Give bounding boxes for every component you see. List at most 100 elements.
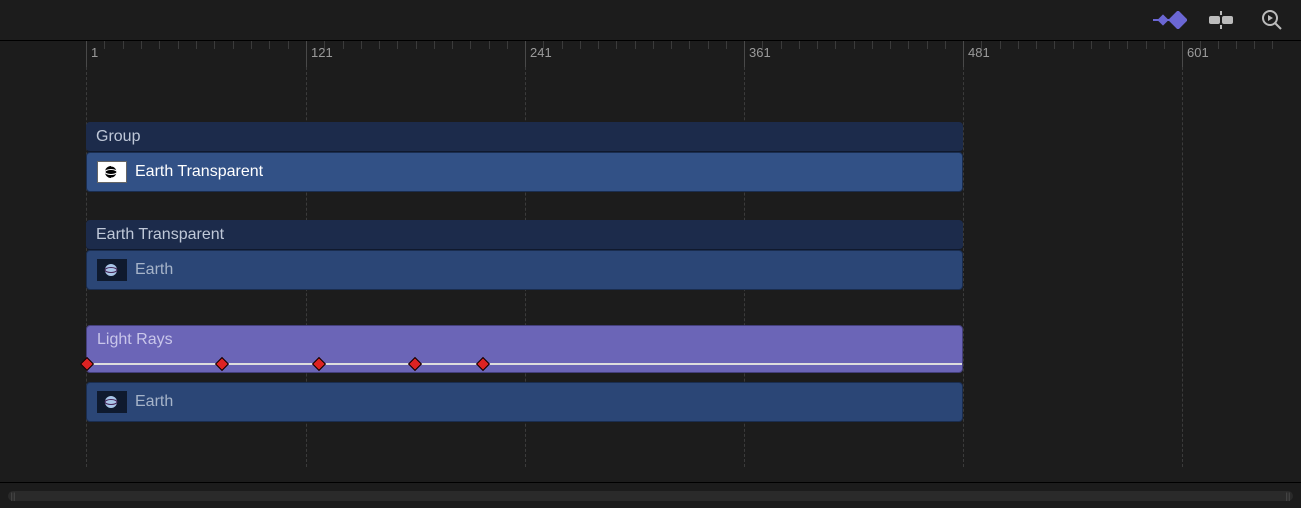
ruler-minor-tick <box>251 41 252 49</box>
ruler-minor-tick <box>1054 41 1055 49</box>
scrollbar-handle-left[interactable]: || <box>10 491 16 501</box>
timeline-toolbar <box>0 0 1301 40</box>
ruler-minor-tick <box>835 41 836 49</box>
clip-label: Earth Transparent <box>135 163 263 181</box>
keyframe-icon[interactable] <box>215 357 229 371</box>
clip-thumbnail <box>97 161 127 183</box>
ruler-minor-tick <box>1073 41 1074 49</box>
ruler-minor-tick <box>817 41 818 49</box>
ruler-minor-tick <box>708 41 709 49</box>
ruler-label: 241 <box>530 45 552 60</box>
gridline <box>1182 67 1183 467</box>
scrollbar-track[interactable]: || || <box>8 491 1293 501</box>
ruler-minor-tick <box>1091 41 1092 49</box>
ruler-minor-tick <box>726 41 727 49</box>
ruler-label: 1 <box>91 45 98 60</box>
ruler-minor-tick <box>598 41 599 49</box>
clip-label: Earth <box>135 261 173 279</box>
ruler-major-tick: 121 <box>306 41 307 67</box>
ruler-minor-tick <box>214 41 215 49</box>
ruler-major-tick: 481 <box>963 41 964 67</box>
ruler-minor-tick <box>343 41 344 49</box>
ruler-minor-tick <box>452 41 453 49</box>
ruler-major-tick: 361 <box>744 41 745 67</box>
ruler-minor-tick <box>196 41 197 49</box>
ruler-minor-tick <box>288 41 289 49</box>
ruler-minor-tick <box>489 41 490 49</box>
ruler-minor-tick <box>580 41 581 49</box>
scrollbar-handle-right[interactable]: || <box>1285 491 1291 501</box>
ruler-minor-tick <box>890 41 891 49</box>
ruler-minor-tick <box>233 41 234 49</box>
ruler-minor-tick <box>1254 41 1255 49</box>
keyframe-icon[interactable] <box>312 357 326 371</box>
ruler-minor-tick <box>1272 41 1273 49</box>
ruler-minor-tick <box>361 41 362 49</box>
ruler-minor-tick <box>616 41 617 49</box>
ruler-minor-tick <box>416 41 417 49</box>
clip-earth-1[interactable]: Earth <box>86 250 963 290</box>
timeline-ruler[interactable]: 1 121 241 361 481 601 <box>0 41 1301 67</box>
horizontal-scrollbar[interactable]: || || <box>0 482 1301 508</box>
ruler-minor-tick <box>635 41 636 49</box>
ruler-minor-tick <box>507 41 508 49</box>
ruler-minor-tick <box>671 41 672 49</box>
ruler-minor-tick <box>1127 41 1128 49</box>
keyframe-track <box>87 363 962 365</box>
ruler-minor-tick <box>324 41 325 49</box>
ruler-label: 361 <box>749 45 771 60</box>
ruler-minor-tick <box>1236 41 1237 49</box>
ruler-minor-tick <box>1200 41 1201 49</box>
group-header-label: Group <box>96 128 140 146</box>
ruler-minor-tick <box>141 41 142 49</box>
clip-earth-2[interactable]: Earth <box>86 382 963 422</box>
ruler-minor-tick <box>927 41 928 49</box>
keyframe-icon[interactable] <box>476 357 490 371</box>
filter-light-rays[interactable]: Light Rays <box>86 325 963 373</box>
ruler-minor-tick <box>123 41 124 49</box>
ruler-label: 601 <box>1187 45 1209 60</box>
ruler-minor-tick <box>543 41 544 49</box>
ruler-label: 481 <box>968 45 990 60</box>
ruler-major-tick: 1 <box>86 41 87 67</box>
ruler-minor-tick <box>981 41 982 49</box>
ruler-minor-tick <box>1109 41 1110 49</box>
keyframe-editor-button[interactable] <box>1153 11 1187 29</box>
ruler-minor-tick <box>689 41 690 49</box>
ruler-minor-tick <box>562 41 563 49</box>
ruler-minor-tick <box>178 41 179 49</box>
ruler-minor-tick <box>1218 41 1219 49</box>
clip-earth-transparent[interactable]: Earth Transparent <box>86 152 963 192</box>
ruler-minor-tick <box>397 41 398 49</box>
tracks-area[interactable]: Group Earth Transparent Earth Transparen… <box>0 67 1301 467</box>
ruler-minor-tick <box>379 41 380 49</box>
ruler-label: 121 <box>311 45 333 60</box>
ruler-minor-tick <box>1000 41 1001 49</box>
ruler-minor-tick <box>945 41 946 49</box>
ruler-minor-tick <box>159 41 160 49</box>
ruler-minor-tick <box>269 41 270 49</box>
group-header[interactable]: Group <box>86 122 963 152</box>
ruler-major-tick: 241 <box>525 41 526 67</box>
ruler-minor-tick <box>1146 41 1147 49</box>
ruler-minor-tick <box>799 41 800 49</box>
clip-thumbnail <box>97 391 127 413</box>
ruler-minor-tick <box>470 41 471 49</box>
ruler-minor-tick <box>781 41 782 49</box>
group-header[interactable]: Earth Transparent <box>86 220 963 250</box>
clip-label: Earth <box>135 393 173 411</box>
ruler-minor-tick <box>908 41 909 49</box>
preview-button[interactable] <box>1261 9 1283 31</box>
filter-label: Light Rays <box>97 331 173 349</box>
clip-thumbnail <box>97 259 127 281</box>
ruler-major-tick: 601 <box>1182 41 1183 67</box>
magnify-play-icon <box>1261 9 1283 31</box>
keyframe-icon[interactable] <box>408 357 422 371</box>
ruler-minor-tick <box>1018 41 1019 49</box>
timeline-view-button[interactable] <box>1209 11 1239 29</box>
keyframe-icon[interactable] <box>80 357 94 371</box>
timeline-view-icon <box>1209 11 1239 29</box>
ruler-minor-tick <box>1164 41 1165 49</box>
ruler-minor-tick <box>762 41 763 49</box>
keyframe-icon <box>1153 11 1187 29</box>
